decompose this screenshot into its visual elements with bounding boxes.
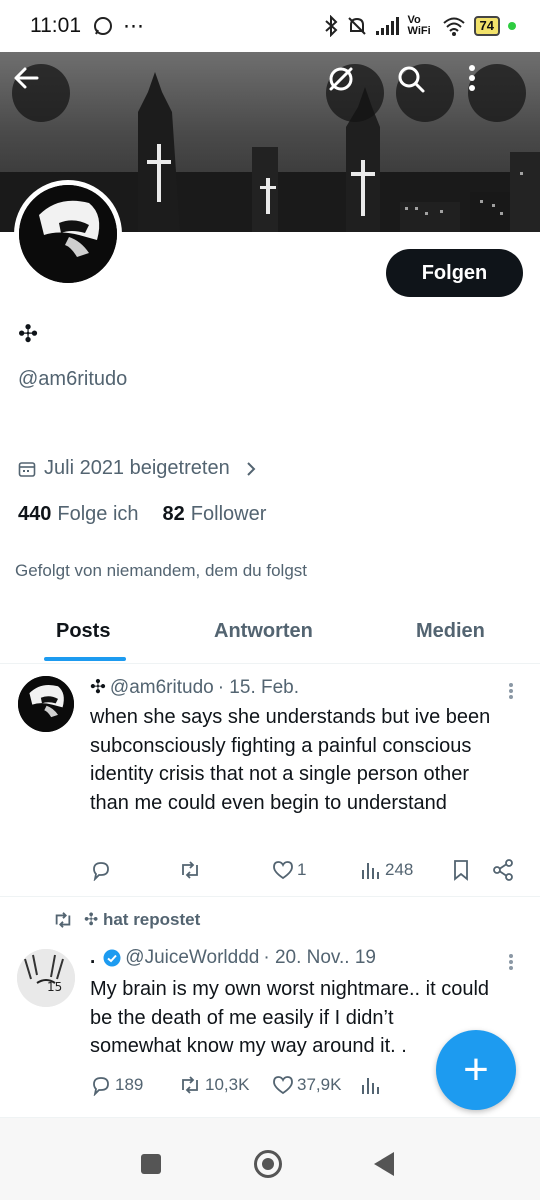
post-author-name: ✣ (90, 677, 106, 698)
post-avatar-image: 15 (17, 949, 75, 1007)
post-more-button[interactable] (502, 682, 520, 700)
post-avatar[interactable] (18, 676, 74, 732)
views-button[interactable]: 248 (360, 860, 413, 880)
repost-button[interactable]: 10,3K (178, 1074, 249, 1096)
verified-badge-icon (103, 949, 121, 967)
joined-text: Juli 2021 beigetreten (44, 457, 230, 479)
reply-icon (93, 1077, 109, 1096)
search-icon (398, 66, 425, 93)
post-handle: @JuiceWorlddd (125, 947, 260, 968)
grok-icon (329, 67, 353, 91)
followers-label: Follower (190, 503, 267, 525)
back-nav-button[interactable] (374, 1152, 394, 1176)
joined-date[interactable]: Juli 2021 beigetreten (18, 457, 258, 480)
share-icon (493, 859, 513, 881)
home-button[interactable] (254, 1150, 282, 1178)
share-button[interactable] (492, 859, 514, 881)
post-item[interactable]: ✣ @am6ritudo · 15. Feb. when she says sh… (0, 664, 540, 896)
repost-count: 10,3K (205, 1075, 250, 1094)
privacy-dot (508, 22, 516, 30)
post-text: when she says she understands but ive be… (90, 706, 491, 814)
heart-icon (273, 1076, 293, 1095)
grok-button[interactable] (326, 64, 384, 122)
avatar-image (19, 185, 117, 283)
post-avatar[interactable]: 15 (17, 949, 75, 1007)
like-button[interactable]: 37,9K (272, 1075, 341, 1095)
status-bar: 11:01 ⋯ Vo WiFi 74 (0, 0, 540, 52)
whatsapp-icon (94, 17, 112, 35)
reply-icon (93, 862, 109, 881)
tab-posts[interactable]: Posts (56, 620, 110, 643)
follow-button[interactable]: Folgen (386, 249, 523, 297)
followers-count: 82 (162, 503, 185, 525)
following-label: Folge ich (57, 503, 139, 525)
tab-replies[interactable]: Antworten (214, 620, 313, 643)
calendar-icon (18, 461, 36, 477)
post-header: . @JuiceWorlddd · 20. Nov.. 19 (90, 947, 376, 969)
more-options-button[interactable] (468, 64, 526, 122)
followers-link[interactable]: 82 Follower (163, 503, 267, 526)
reply-count: 189 (115, 1075, 144, 1094)
post-actions: 1 248 (90, 855, 520, 885)
vowifi-label: Vo WiFi (407, 14, 431, 37)
repost-label: ✣ hat repostet (84, 910, 201, 929)
post-date: · 20. Nov.. 19 (263, 947, 376, 968)
profile-avatar[interactable] (14, 180, 122, 288)
active-tab-indicator (44, 657, 126, 661)
more-notifications-icon: ⋯ (123, 14, 144, 38)
reply-button[interactable] (90, 859, 115, 881)
chevron-right-icon (246, 461, 256, 476)
mute-icon (347, 17, 366, 35)
post-date: · 15. Feb. (217, 676, 300, 698)
vertical-dots-icon (509, 683, 513, 699)
heart-icon (273, 861, 293, 880)
bookmark-button[interactable] (452, 859, 470, 881)
post-handle: @am6ritudo (109, 676, 214, 698)
post-header: ✣ @am6ritudo · 15. Feb. (90, 676, 299, 699)
post-avatar-image (18, 676, 74, 732)
vertical-dots-icon (509, 954, 513, 970)
profile-handle: @am6ritudo (18, 368, 128, 390)
compose-fab[interactable]: + (436, 1030, 516, 1110)
vertical-dots-icon (469, 65, 475, 91)
repost-icon (55, 912, 71, 928)
display-name: ✣ (18, 321, 39, 348)
repost-icon (182, 861, 198, 879)
bookmark-icon (454, 860, 468, 881)
recents-button[interactable] (141, 1154, 161, 1174)
views-count: 248 (385, 860, 414, 879)
reply-button[interactable]: 189 (90, 1074, 143, 1096)
like-count: 37,9K (297, 1075, 342, 1094)
repost-indicator: ✣ hat repostet (52, 910, 200, 930)
system-navigation-bar (0, 1118, 540, 1200)
post-text: My brain is my own worst nightmare.. it … (90, 978, 490, 1057)
back-arrow-icon (14, 67, 39, 89)
signal-icon (375, 17, 399, 35)
following-link[interactable]: 440 Folge ich (18, 503, 139, 526)
like-count: 1 (297, 860, 307, 879)
status-time: 11:01 (30, 14, 81, 37)
repost-icon (182, 1076, 198, 1094)
tab-media[interactable]: Medien (416, 620, 485, 643)
views-chart-icon (362, 1078, 379, 1094)
search-button[interactable] (396, 64, 454, 122)
following-count: 440 (18, 503, 52, 525)
wifi-icon (442, 17, 465, 36)
views-button[interactable] (360, 1075, 382, 1095)
followed-by-text: Gefolgt von niemandem, dem du folgst (15, 561, 307, 580)
repost-button[interactable] (178, 859, 205, 881)
profile-tabs: Posts Antworten Medien (0, 600, 540, 664)
svg-text:15: 15 (47, 980, 62, 994)
like-button[interactable]: 1 (272, 860, 306, 880)
views-chart-icon (362, 863, 379, 879)
bluetooth-icon (324, 15, 337, 37)
post-author-name: . (90, 947, 96, 968)
post-more-button[interactable] (502, 953, 520, 971)
follow-stats: 440 Folge ich 82 Follower (18, 503, 266, 526)
back-button[interactable] (12, 64, 70, 122)
battery-indicator: 74 (473, 16, 500, 36)
